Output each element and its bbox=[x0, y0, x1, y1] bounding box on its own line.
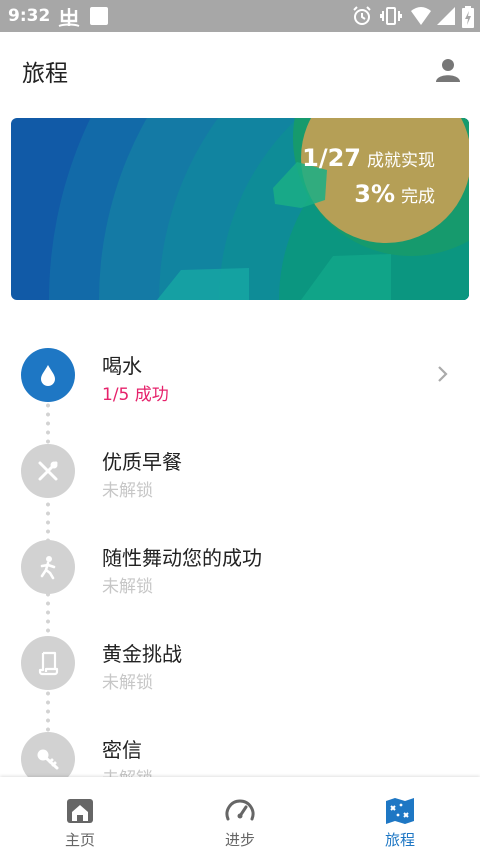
water-drop-icon bbox=[41, 365, 55, 386]
nav-progress[interactable]: 进步 bbox=[160, 777, 320, 853]
achievements-count: 1/27 bbox=[302, 144, 361, 172]
chevron-right-icon bbox=[438, 366, 448, 382]
profile-icon[interactable] bbox=[432, 54, 464, 86]
journey-item-icon-circle bbox=[21, 636, 75, 690]
journey-item-name: 随性舞动您的成功 bbox=[102, 546, 262, 570]
notification-square-icon bbox=[90, 7, 108, 25]
status-time: 9:32 bbox=[8, 6, 51, 26]
journey-item-status: 未解锁 bbox=[102, 673, 153, 693]
achievements-stat: 1/27 成就实现 bbox=[302, 144, 435, 172]
journey-item-golden-challenge[interactable]: 黄金挑战 未解锁 bbox=[0, 610, 480, 706]
journey-item-dance[interactable]: 随性舞动您的成功 未解锁 bbox=[0, 514, 480, 610]
journey-item-name: 优质早餐 bbox=[102, 450, 182, 474]
completion-stat: 3% 完成 bbox=[354, 180, 435, 208]
journey-item-name: 密信 bbox=[102, 738, 142, 762]
battery-charging-icon bbox=[462, 6, 474, 28]
nav-progress-label: 进步 bbox=[224, 831, 255, 849]
completion-label: 完成 bbox=[401, 187, 435, 207]
wifi-icon bbox=[411, 7, 431, 25]
journey-item-breakfast[interactable]: 优质早餐 未解锁 bbox=[0, 418, 480, 514]
nav-journey-label: 旅程 bbox=[384, 831, 415, 849]
journey-item-icon-circle bbox=[21, 444, 75, 498]
signal-icon bbox=[437, 7, 455, 25]
home-icon bbox=[67, 799, 93, 823]
page-title: 旅程 bbox=[22, 61, 68, 87]
dance-icon bbox=[40, 556, 56, 580]
journey-item-status: 未解锁 bbox=[102, 481, 153, 501]
journey-item-icon-circle bbox=[21, 348, 75, 402]
achievement-banner: 1/27 成就实现 3% 完成 bbox=[11, 118, 469, 300]
alarm-icon bbox=[353, 6, 371, 25]
achievements-label: 成就实现 bbox=[367, 151, 435, 171]
key-icon bbox=[37, 749, 59, 770]
journey-item-name: 黄金挑战 bbox=[102, 642, 182, 666]
status-bar: 9:32 bbox=[0, 0, 480, 32]
completion-percent: 3% bbox=[354, 180, 395, 208]
journey-item-secret-letter[interactable]: 密信 未解锁 bbox=[0, 706, 480, 777]
nav-home-label: 主页 bbox=[64, 831, 95, 849]
journey-list: 喝水 1/5 成功 优质早餐 未解锁 随性舞动您的成功 未解锁 黄金挑战 未解锁… bbox=[0, 322, 480, 777]
journey-item-status: 1/5 成功 bbox=[102, 385, 169, 405]
bug-icon bbox=[58, 8, 80, 27]
nav-journey[interactable]: 旅程 bbox=[320, 777, 480, 853]
app-bar: 旅程 bbox=[0, 32, 480, 108]
journey-item-name: 喝水 bbox=[102, 354, 142, 378]
speedometer-icon bbox=[225, 799, 255, 821]
bottom-nav: 主页 进步 旅程 bbox=[0, 777, 480, 853]
journey-item-status: 未解锁 bbox=[102, 764, 153, 777]
vibrate-icon bbox=[380, 7, 402, 25]
journey-item-icon-circle bbox=[21, 540, 75, 594]
scroll-icon bbox=[38, 651, 59, 676]
utensils-icon bbox=[38, 461, 58, 481]
journey-item-icon-circle bbox=[21, 732, 75, 777]
nav-home[interactable]: 主页 bbox=[0, 777, 160, 853]
journey-item-drink-water[interactable]: 喝水 1/5 成功 bbox=[0, 322, 480, 418]
journey-item-status: 未解锁 bbox=[102, 577, 153, 597]
map-icon bbox=[386, 798, 414, 824]
